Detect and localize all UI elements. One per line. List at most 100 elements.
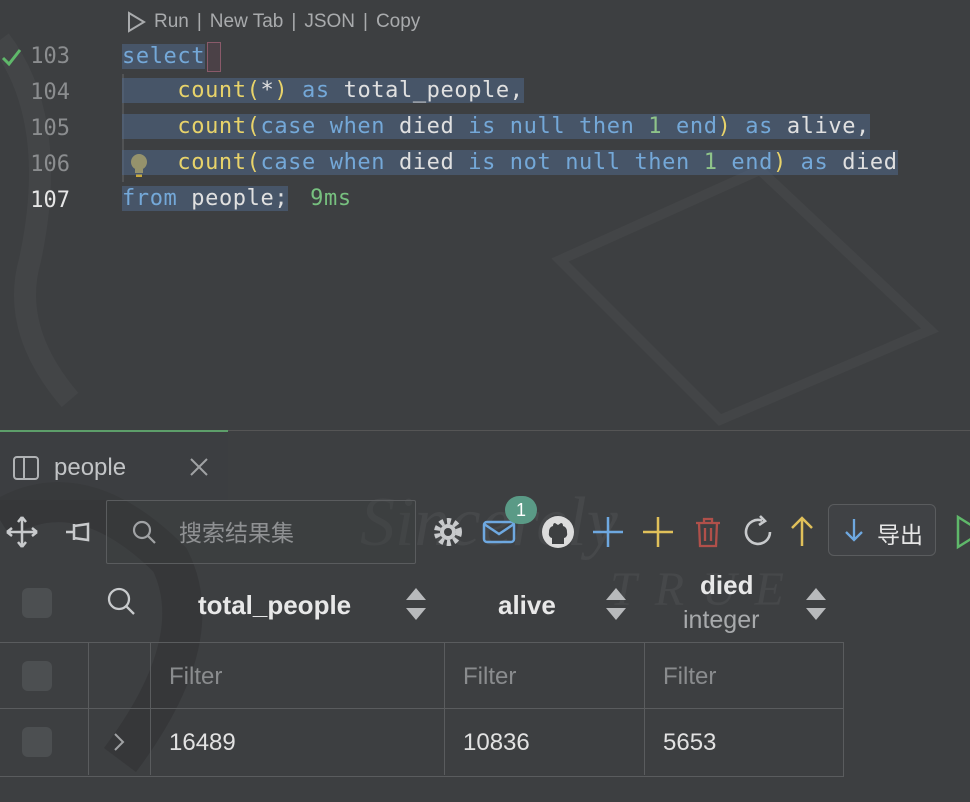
export-button[interactable]: 导出 bbox=[828, 504, 936, 556]
keyword: as bbox=[800, 150, 829, 175]
code-text: count(case when died is not null then 1 … bbox=[122, 150, 898, 175]
pin-icon[interactable] bbox=[62, 514, 98, 550]
sql-editor[interactable]: Run | New Tab | JSON | Copy 103 select 1… bbox=[0, 0, 970, 430]
code-line[interactable]: 107 from people; 9ms bbox=[0, 182, 970, 218]
search-input[interactable] bbox=[177, 515, 401, 551]
caret bbox=[207, 42, 222, 72]
codelens-actions: Run | New Tab | JSON | Copy bbox=[126, 10, 420, 34]
line-number: 104 bbox=[30, 80, 70, 105]
add-row-icon[interactable] bbox=[590, 514, 626, 550]
keyword: null bbox=[565, 150, 621, 175]
codelens-separator: | bbox=[196, 11, 202, 32]
chevron-right-icon[interactable] bbox=[111, 731, 127, 753]
tab-label: people bbox=[54, 454, 127, 481]
identifier-token: alive, bbox=[786, 114, 870, 139]
sort-icon[interactable] bbox=[604, 586, 628, 622]
keyword: null bbox=[509, 114, 566, 139]
code-line[interactable]: 104 count(*) as total_people, bbox=[0, 74, 970, 110]
keyword: when bbox=[329, 114, 386, 139]
github-icon[interactable] bbox=[540, 514, 576, 550]
table-row[interactable]: 16489 10836 5653 bbox=[0, 708, 844, 775]
number-token: 1 bbox=[703, 150, 718, 175]
keyword: is bbox=[468, 114, 496, 139]
code-line[interactable]: 103 select bbox=[0, 38, 970, 74]
sort-icon[interactable] bbox=[404, 586, 428, 622]
close-icon[interactable] bbox=[188, 456, 210, 478]
run-icon[interactable] bbox=[952, 514, 970, 550]
filter-row: Filter Filter Filter bbox=[0, 642, 844, 709]
codelens-new-tab-link[interactable]: New Tab bbox=[210, 11, 284, 33]
filter-cell[interactable]: Filter bbox=[444, 643, 645, 709]
keyword: case bbox=[260, 114, 316, 139]
line-number: 105 bbox=[30, 116, 70, 141]
select-all-checkbox[interactable] bbox=[22, 588, 52, 618]
table-cell[interactable]: 5653 bbox=[644, 709, 844, 775]
code-line[interactable]: 105 count(case when died is null then 1 … bbox=[0, 110, 970, 146]
identifier-token: died bbox=[398, 150, 455, 175]
grid-border bbox=[0, 776, 844, 777]
keyword: as bbox=[302, 78, 330, 103]
line-number: 107 bbox=[30, 188, 70, 213]
keyword: as bbox=[745, 114, 773, 139]
cell-value: 16489 bbox=[169, 729, 236, 756]
table-view-icon bbox=[13, 456, 39, 480]
filter-input[interactable]: Filter bbox=[663, 663, 716, 691]
code-line[interactable]: 106 count(case when died is not null the… bbox=[0, 146, 970, 182]
keyword: when bbox=[329, 150, 386, 175]
results-panel: people 导出 total_people alive bbox=[0, 430, 970, 802]
arrow-up-icon[interactable] bbox=[784, 514, 820, 550]
panel-divider bbox=[228, 430, 970, 431]
row-checkbox[interactable] bbox=[22, 661, 52, 691]
filter-input[interactable]: Filter bbox=[463, 663, 516, 691]
function-token: count( bbox=[177, 114, 261, 139]
row-expander-cell bbox=[88, 643, 151, 709]
keyword: then bbox=[579, 114, 635, 139]
gear-icon[interactable] bbox=[430, 514, 466, 550]
codelens-json-link[interactable]: JSON bbox=[304, 11, 355, 33]
trash-icon[interactable] bbox=[690, 514, 726, 550]
filter-input[interactable]: Filter bbox=[169, 663, 222, 691]
run-icon[interactable] bbox=[126, 11, 146, 33]
cell-value: 10836 bbox=[463, 729, 530, 756]
code-text: count(*) as total_people, bbox=[122, 78, 524, 103]
sort-icon[interactable] bbox=[804, 586, 828, 622]
paren-token: ) bbox=[772, 150, 787, 175]
line-number: 103 bbox=[30, 44, 70, 69]
keyword: then bbox=[634, 150, 690, 175]
table-cell[interactable]: 16489 bbox=[150, 709, 445, 775]
keyword: not bbox=[509, 150, 552, 175]
function-token: count( bbox=[177, 150, 261, 175]
codelens-separator: | bbox=[363, 11, 368, 32]
column-header-total-people[interactable]: total_people bbox=[198, 590, 351, 621]
identifier-token: total_people, bbox=[343, 78, 524, 103]
search-results-box[interactable] bbox=[106, 500, 416, 564]
codelens-run-link[interactable]: Run bbox=[154, 11, 189, 33]
operator-token: * bbox=[260, 78, 275, 103]
keyword: end bbox=[676, 114, 718, 139]
column-header-alive[interactable]: alive bbox=[498, 590, 556, 621]
codelens-copy-link[interactable]: Copy bbox=[376, 11, 420, 33]
keyword: select bbox=[122, 44, 206, 69]
column-header-died[interactable]: died bbox=[700, 570, 753, 601]
identifier-token: died bbox=[398, 114, 455, 139]
tab-people[interactable]: people bbox=[0, 430, 228, 500]
grid-header: total_people alive died integer bbox=[0, 566, 970, 642]
row-checkbox[interactable] bbox=[22, 727, 52, 757]
add-column-icon[interactable] bbox=[640, 514, 676, 550]
results-toolbar: 导出 bbox=[0, 500, 970, 564]
search-icon[interactable] bbox=[106, 586, 136, 616]
code-text: from people; 9ms bbox=[122, 186, 352, 211]
filter-cell[interactable]: Filter bbox=[150, 643, 445, 709]
code-text: count(case when died is null then 1 end)… bbox=[122, 114, 870, 139]
identifier-token: died bbox=[842, 150, 898, 175]
refresh-icon[interactable] bbox=[740, 514, 776, 550]
paren-token: ) bbox=[717, 114, 732, 139]
paren-token: ) bbox=[274, 78, 289, 103]
filter-cell[interactable]: Filter bbox=[644, 643, 844, 709]
check-icon bbox=[1, 49, 22, 67]
move-icon[interactable] bbox=[4, 514, 40, 550]
codelens-separator: | bbox=[291, 11, 297, 32]
table-cell[interactable]: 10836 bbox=[444, 709, 645, 775]
keyword: is bbox=[468, 150, 496, 175]
keyword: case bbox=[260, 150, 316, 175]
